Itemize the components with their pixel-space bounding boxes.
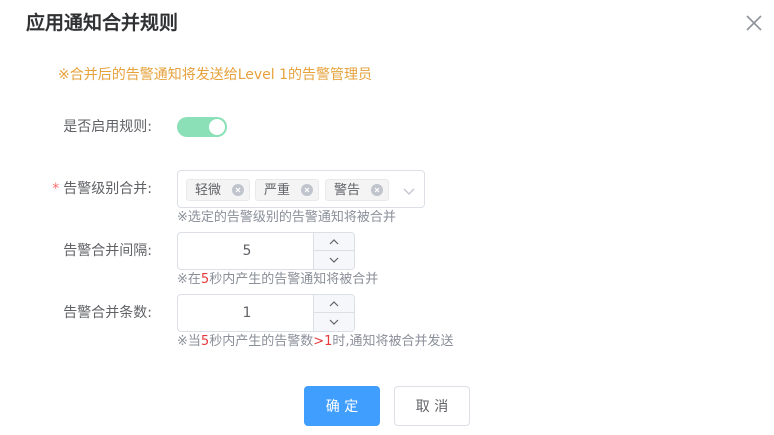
switch-knob — [209, 119, 225, 135]
chevron-down-icon[interactable] — [402, 183, 416, 197]
circle-x-icon[interactable] — [301, 184, 313, 196]
enable-rule-switch[interactable] — [177, 117, 227, 137]
merge-count-input[interactable] — [178, 295, 316, 331]
merge-interval-hint: ※在5秒内产生的告警通知将被合并 — [177, 271, 378, 289]
hint-text: 时,通知将被合并发送 — [332, 334, 454, 349]
stepper-arrows — [313, 233, 354, 269]
merge-count-label: 告警合并条数: — [63, 305, 152, 321]
hint-text: ※在 — [177, 272, 201, 287]
merge-rule-dialog: 应用通知合并规则 ※合并后的告警通知将发送给Level 1的告警管理员 是否启用… — [0, 0, 774, 435]
alarm-level-hint: ※选定的告警级别的告警通知将被合并 — [177, 210, 396, 225]
confirm-button[interactable]: 确 定 — [304, 386, 380, 426]
hint-text: 秒内产生的告警通知将被合并 — [209, 272, 379, 287]
tag-warning: 警告 — [325, 179, 389, 201]
circle-x-icon[interactable] — [371, 184, 383, 196]
stepper-arrows — [313, 295, 354, 331]
merge-interval-stepper — [177, 232, 355, 270]
merge-count-stepper — [177, 294, 355, 332]
chevron-up-icon[interactable] — [314, 233, 354, 251]
cancel-button[interactable]: 取 消 — [394, 386, 470, 426]
merge-interval-input[interactable] — [178, 233, 316, 269]
alarm-level-select[interactable]: 轻微 严重 警告 — [177, 170, 425, 208]
tag-major: 严重 — [255, 179, 319, 201]
merge-notice: ※合并后的告警通知将发送给Level 1的告警管理员 — [58, 67, 373, 83]
circle-x-icon[interactable] — [232, 184, 244, 196]
alarm-level-label-text: 告警级别合并: — [63, 181, 152, 197]
alarm-level-label: * 告警级别合并: — [0, 179, 152, 199]
chevron-down-icon[interactable] — [314, 313, 354, 331]
hint-number: 5 — [200, 272, 210, 287]
hint-text: ※当 — [177, 334, 201, 349]
merge-interval-label: 告警合并间隔: — [63, 243, 152, 259]
hint-text: 秒内产生的告警数 — [209, 334, 314, 349]
tag-label: 严重 — [264, 183, 291, 198]
close-icon[interactable] — [744, 13, 764, 33]
tag-label: 警告 — [334, 183, 361, 198]
hint-number: >1 — [313, 334, 333, 349]
merge-count-hint: ※当5秒内产生的告警数>1时,通知将被合并发送 — [177, 333, 454, 351]
chevron-down-icon[interactable] — [314, 251, 354, 269]
hint-number: 5 — [200, 334, 210, 349]
tag-label: 轻微 — [195, 183, 222, 198]
tag-minor: 轻微 — [186, 179, 250, 201]
enable-rule-label: 是否启用规则: — [63, 119, 152, 135]
required-mark: * — [52, 181, 60, 197]
chevron-up-icon[interactable] — [314, 295, 354, 313]
dialog-title: 应用通知合并规则 — [26, 12, 179, 34]
